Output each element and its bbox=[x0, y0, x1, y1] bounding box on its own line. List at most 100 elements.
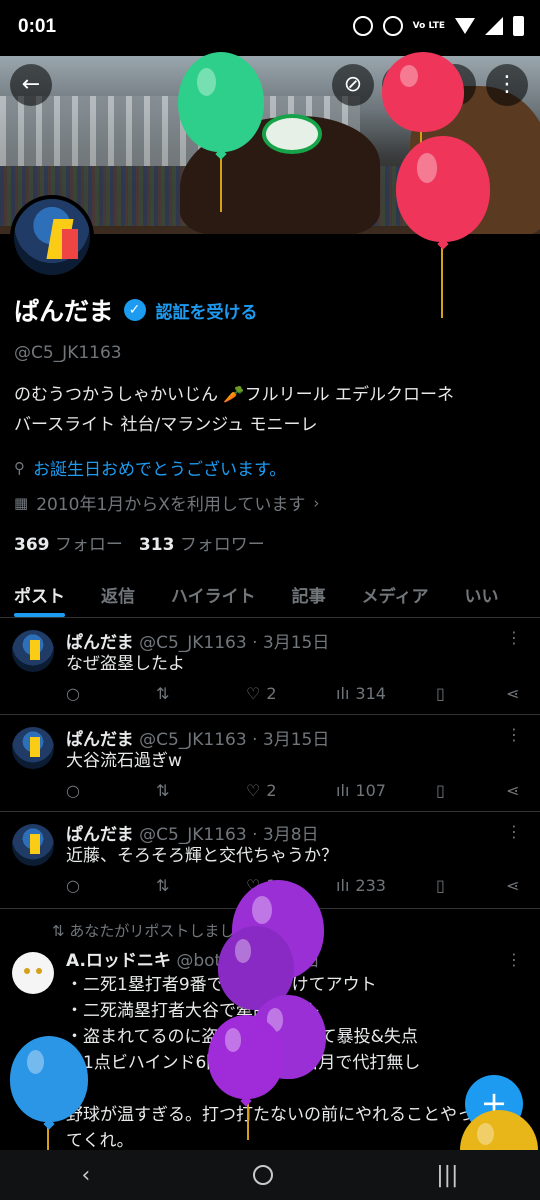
avatar-flag-red bbox=[62, 229, 78, 259]
birthday-text[interactable]: お誕生日おめでとうございます。 bbox=[33, 455, 286, 480]
repost-more-icon[interactable]: ⋮ bbox=[506, 950, 522, 969]
nav-recents-button[interactable]: ||| bbox=[436, 1163, 458, 1188]
share-icon: ⋖ bbox=[505, 781, 520, 800]
back-button[interactable]: ← bbox=[10, 64, 52, 106]
post-author: ぱんだま bbox=[66, 825, 134, 845]
tab-likes[interactable]: いい bbox=[464, 570, 498, 617]
post-avatar[interactable] bbox=[12, 727, 54, 769]
reply-button[interactable]: ○ bbox=[66, 876, 106, 895]
followers-count: 313 bbox=[138, 535, 175, 555]
following-link[interactable]: 369 フォロー bbox=[14, 530, 123, 555]
balloon-purple bbox=[208, 1015, 284, 1107]
verified-badge-icon[interactable]: ✓ bbox=[123, 299, 146, 321]
reply-button[interactable]: ○ bbox=[66, 781, 106, 800]
follow-counts: 369 フォロー 313 フォロワー bbox=[14, 530, 265, 555]
balloon-green bbox=[178, 52, 264, 160]
grok-button[interactable]: ⊘ bbox=[332, 64, 374, 106]
post-more-icon[interactable]: ⋮ bbox=[506, 822, 522, 841]
balloon-string bbox=[441, 240, 443, 318]
share-button[interactable]: ⋖ bbox=[506, 684, 526, 703]
more-vertical-icon: ⋮ bbox=[496, 72, 518, 97]
like-button[interactable]: ♡ 2 bbox=[246, 684, 286, 703]
post-author: ぱんだま bbox=[66, 730, 134, 750]
more-button[interactable]: ⋮ bbox=[486, 64, 528, 106]
repost-icon: ⇅ bbox=[156, 781, 170, 800]
following-count: 369 bbox=[14, 535, 50, 555]
avatar-flag bbox=[30, 737, 40, 757]
profile-avatar[interactable] bbox=[10, 195, 94, 279]
followers-link[interactable]: 313 フォロワー bbox=[139, 530, 265, 555]
tab-highlights[interactable]: ハイライト bbox=[171, 570, 256, 617]
post-text: 近藤、そろそろ輝と交代ちゃうか？ bbox=[66, 846, 338, 866]
share-icon: ⋖ bbox=[505, 684, 520, 703]
tab-replies[interactable]: 返信 bbox=[101, 570, 135, 617]
share-icon: ⋖ bbox=[505, 876, 520, 895]
avatar-flag bbox=[30, 834, 40, 854]
profile-name-row: ぱんだま ✓ 認証を受ける bbox=[14, 292, 258, 328]
post-avatar[interactable] bbox=[12, 824, 54, 866]
bookmark-button[interactable]: ▯ bbox=[436, 781, 456, 800]
post-header: ぱんだま @C5_JK1163 · 3月15日 bbox=[66, 725, 329, 750]
status-time: 0:01 bbox=[18, 16, 57, 37]
balloon-highlight bbox=[234, 939, 252, 963]
views-button[interactable]: ılı 314 bbox=[336, 684, 386, 703]
repost-avatar[interactable] bbox=[12, 952, 54, 994]
avatar-flag bbox=[30, 640, 40, 660]
nav-home-button[interactable] bbox=[253, 1165, 274, 1185]
profile-handle: @C5_JK1163 bbox=[14, 343, 122, 363]
nav-back-button[interactable]: ‹ bbox=[81, 1163, 90, 1188]
reply-icon: ○ bbox=[66, 876, 80, 895]
repost-button[interactable]: ⇅ bbox=[156, 781, 196, 800]
post-text: なぜ盗塁したよ bbox=[66, 654, 185, 674]
post-avatar[interactable] bbox=[12, 630, 54, 672]
views-button[interactable]: ılı 233 bbox=[336, 876, 386, 895]
balloon-blue bbox=[10, 1036, 88, 1130]
post-more-icon[interactable]: ⋮ bbox=[506, 725, 522, 744]
repost-note-text: あなたがリポストしました bbox=[69, 922, 250, 940]
bookmark-icon: ▯ bbox=[435, 781, 445, 800]
post-header: ぱんだま @C5_JK1163 · 3月8日 bbox=[66, 820, 319, 845]
reply-icon: ○ bbox=[66, 684, 80, 703]
balloon-highlight bbox=[224, 1028, 242, 1052]
signal-icon bbox=[485, 17, 503, 35]
like-button[interactable]: ♡ 2 bbox=[246, 781, 286, 800]
repost-icon: ⇅ bbox=[156, 876, 170, 895]
profile-bio: のむうつかうしゃかいじん 🥕フルリール エデルクローネ バースライト 社台/マラ… bbox=[14, 380, 529, 440]
post-item[interactable]: ぱんだま @C5_JK1163 · 3月15日 ⋮ なぜ盗塁したよ ○ ⇅ ♡ 2… bbox=[0, 618, 540, 715]
calendar-icon: ▦ bbox=[14, 493, 29, 512]
share-button[interactable]: ⋖ bbox=[506, 781, 526, 800]
status-bar: 0:01 Vo LTE bbox=[0, 0, 540, 56]
chevron-right-icon: › bbox=[313, 493, 320, 512]
repost-icon: ⇅ bbox=[52, 922, 65, 940]
reply-button[interactable]: ○ bbox=[66, 684, 106, 703]
repost-icon: ⇅ bbox=[156, 684, 170, 703]
following-label: フォロー bbox=[54, 535, 123, 555]
status-icons: Vo LTE bbox=[352, 16, 524, 36]
tab-media[interactable]: メディア bbox=[362, 570, 429, 617]
share-button[interactable]: ⋖ bbox=[506, 876, 526, 895]
reply-icon: ○ bbox=[66, 781, 80, 800]
location-pin-icon: ⚲ bbox=[14, 458, 25, 477]
post-item[interactable]: ぱんだま @C5_JK1163 · 3月15日 ⋮ 大谷流石過ぎw ○ ⇅ ♡ 2… bbox=[0, 715, 540, 812]
dnd-icon bbox=[382, 16, 403, 36]
tab-articles[interactable]: 記事 bbox=[292, 570, 326, 617]
repost-button[interactable]: ⇅ bbox=[156, 876, 196, 895]
post-meta: @C5_JK1163 · 3月8日 bbox=[139, 825, 319, 845]
bookmark-button[interactable]: ▯ bbox=[436, 876, 456, 895]
battery-icon bbox=[513, 16, 524, 36]
view-count: 314 bbox=[355, 684, 386, 703]
balloon-highlight bbox=[400, 64, 419, 88]
joined-row[interactable]: ▦ 2010年1月からXを利用しています › bbox=[14, 490, 320, 516]
heart-icon: ♡ bbox=[246, 781, 261, 800]
tab-posts[interactable]: ポスト bbox=[14, 570, 65, 617]
post-meta: @C5_JK1163 · 3月15日 bbox=[139, 633, 330, 653]
bookmark-button[interactable]: ▯ bbox=[436, 684, 456, 703]
repost-button[interactable]: ⇅ bbox=[156, 684, 196, 703]
views-button[interactable]: ılı 107 bbox=[336, 781, 386, 800]
view-count: 107 bbox=[355, 781, 386, 800]
bio-line: バースライト 社台/マランジュ モニーレ bbox=[14, 415, 318, 435]
get-verified-link[interactable]: 認証を受ける bbox=[156, 298, 258, 323]
post-more-icon[interactable]: ⋮ bbox=[506, 628, 522, 647]
like-count: 2 bbox=[266, 684, 277, 703]
balloon-red-top bbox=[382, 52, 464, 132]
